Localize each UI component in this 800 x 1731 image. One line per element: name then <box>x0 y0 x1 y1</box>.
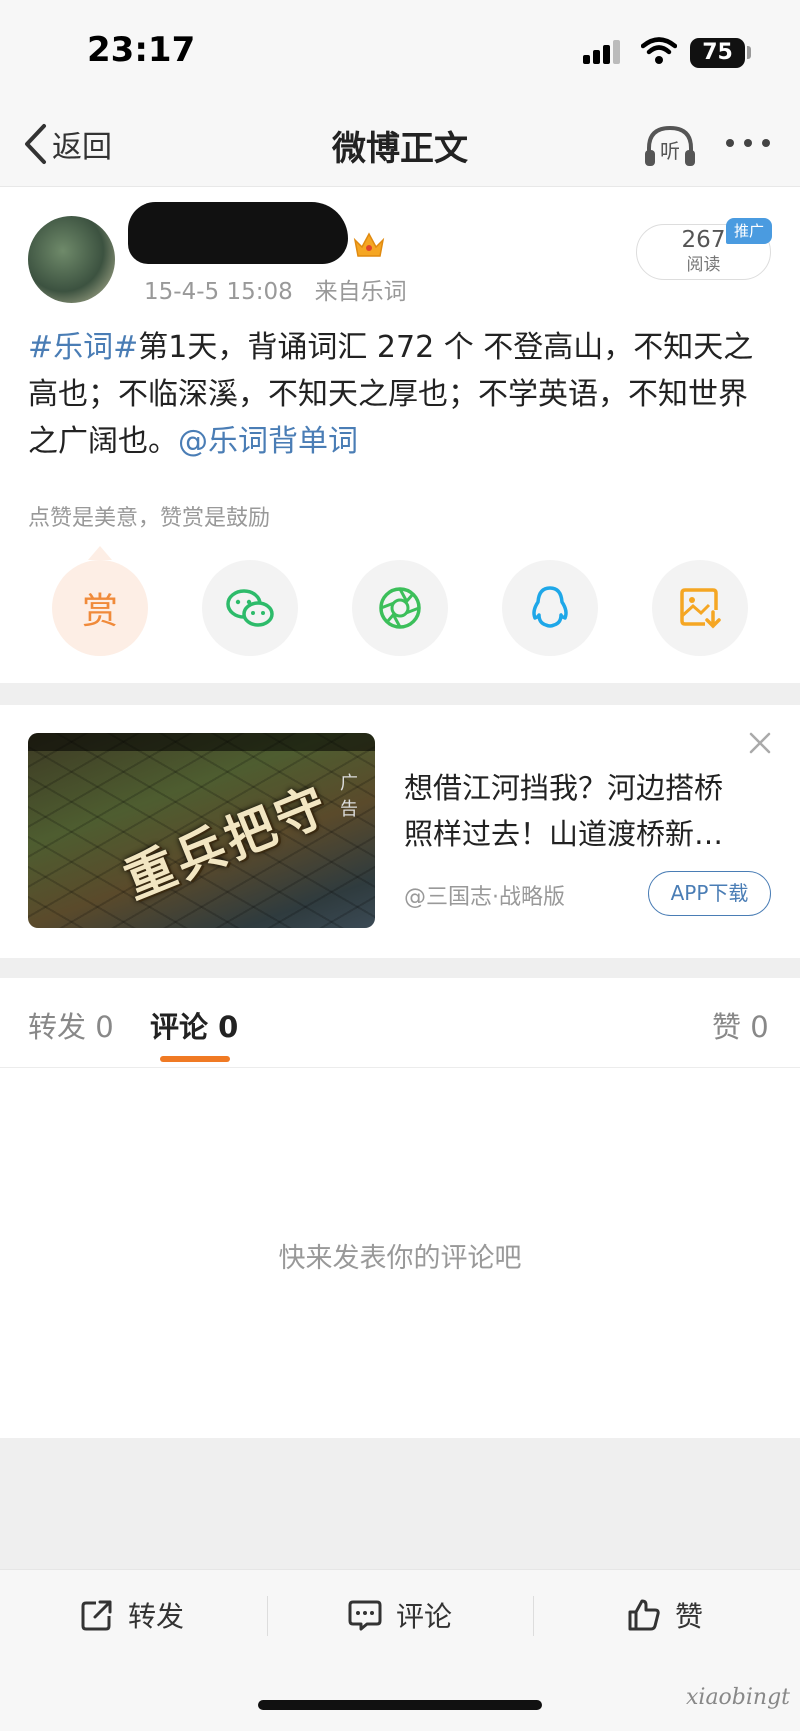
tab-label: 转发 <box>28 1010 87 1044</box>
tab-reposts[interactable]: 转发 0 <box>28 1004 114 1046</box>
section-divider <box>0 683 800 705</box>
empty-comments-hint: 快来发表你的评论吧 <box>278 1243 522 1274</box>
thumbs-up-icon <box>628 1599 660 1631</box>
ad-image-hud <box>28 733 375 751</box>
save-image-icon <box>680 588 721 629</box>
tab-count: 0 <box>750 1010 769 1044</box>
ad-image[interactable]: 重兵把守 广告 <box>28 733 375 928</box>
tab-label: 评论 <box>150 1010 209 1044</box>
post-text: #乐词#第1天，背诵词汇 272 个 不登高山，不知天之高也；不临深溪，不知天之… <box>28 324 773 465</box>
more-options-icon[interactable] <box>724 136 772 150</box>
status-bar: 23:17 75 <box>0 0 800 105</box>
app-download-button[interactable]: APP下载 <box>648 871 771 916</box>
save-image-button[interactable] <box>652 560 748 656</box>
tab-count: 0 <box>218 1010 239 1044</box>
like-label: 赞 <box>675 1600 704 1633</box>
ad-title[interactable]: 想借江河挡我？河边搭桥照样过去！山道渡桥新… <box>404 765 749 857</box>
wechat-icon <box>226 589 274 627</box>
headphones-icon[interactable]: 听 <box>643 122 697 170</box>
post-meta: 15-4-5 15:08 来自乐词 <box>144 272 407 306</box>
status-time: 23:17 <box>87 30 196 70</box>
comment-button[interactable]: 评论 <box>348 1590 452 1640</box>
repost-label: 转发 <box>128 1600 185 1633</box>
ad-tag: 广告 <box>340 773 358 820</box>
empty-filler <box>0 1438 800 1569</box>
close-icon[interactable] <box>748 731 772 755</box>
tab-label: 赞 <box>712 1010 742 1044</box>
reward-label: 赏 <box>81 591 118 632</box>
cellular-signal-icon <box>583 40 620 64</box>
repost-icon <box>81 1600 112 1631</box>
share-actions: 赏 <box>52 560 752 656</box>
promo-tag: 推广 <box>726 218 772 244</box>
tab-active-indicator <box>160 1056 230 1062</box>
crown-icon <box>353 232 385 257</box>
reward-button[interactable]: 赏 <box>52 560 148 656</box>
post-hashtag[interactable]: #乐词# <box>28 330 138 365</box>
tab-likes[interactable]: 赞 0 <box>712 1004 769 1046</box>
weibo-post: 15-4-5 15:08 来自乐词 267 阅读 推广 #乐词#第1天，背诵词汇… <box>0 188 800 683</box>
divider <box>267 1596 268 1636</box>
post-source: 来自乐词 <box>314 279 407 305</box>
comments-section: 快来发表你的评论吧 <box>0 1068 800 1438</box>
moments-share-button[interactable] <box>352 560 448 656</box>
divider <box>533 1596 534 1636</box>
repost-button[interactable]: 转发 <box>80 1590 184 1640</box>
reward-hint-pointer <box>88 546 112 560</box>
ad-source: @三国志·战略版 <box>404 885 565 910</box>
read-label: 阅读 <box>686 255 721 275</box>
reward-hint: 点赞是美意，赞赏是鼓励 <box>28 506 271 531</box>
qq-share-button[interactable] <box>502 560 598 656</box>
wifi-icon <box>641 37 677 64</box>
watermark: xiaobingt <box>686 1685 791 1710</box>
wechat-share-button[interactable] <box>202 560 298 656</box>
moments-aperture-icon <box>379 587 421 629</box>
comment-icon <box>348 1600 382 1631</box>
interaction-tabs: 转发 0 评论 0 赞 0 <box>0 978 800 1068</box>
like-button[interactable]: 赞 <box>627 1590 703 1640</box>
listen-label: 听 <box>660 139 680 163</box>
comment-label: 评论 <box>396 1600 453 1633</box>
nav-bar: 返回 微博正文 听 <box>0 105 800 187</box>
section-divider <box>0 958 800 978</box>
qq-penguin-icon <box>532 586 568 628</box>
battery-nub <box>747 46 751 59</box>
post-mention[interactable]: @乐词背单词 <box>178 424 358 459</box>
ad-card[interactable]: 重兵把守 广告 想借江河挡我？河边搭桥照样过去！山道渡桥新… @三国志·战略版 … <box>0 705 800 958</box>
post-timestamp: 15-4-5 15:08 <box>144 279 293 305</box>
tab-count: 0 <box>95 1010 114 1044</box>
avatar[interactable] <box>28 216 115 303</box>
battery-indicator: 75 <box>690 38 745 68</box>
home-indicator[interactable] <box>258 1700 542 1710</box>
tab-comments[interactable]: 评论 0 <box>150 1004 238 1046</box>
username-redacted[interactable] <box>128 202 348 264</box>
